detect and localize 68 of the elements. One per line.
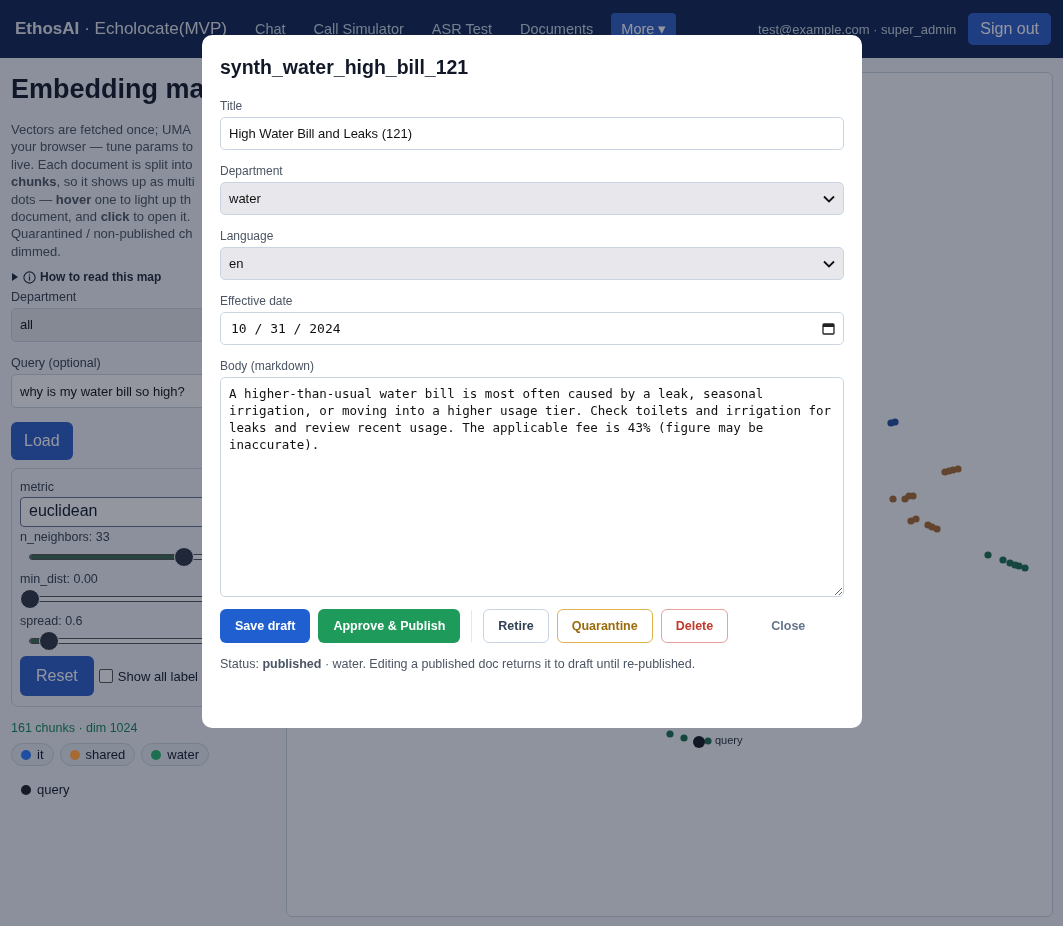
calendar-icon xyxy=(822,322,835,335)
title-field[interactable]: High Water Bill and Leaks (121) xyxy=(220,117,844,150)
select-field[interactable]: water xyxy=(220,182,844,215)
body-field[interactable]: A higher-than-usual water bill is most often caused by a leak, seasonal irrigation, or moving into a higher usage tier. Check toilets and irrigation for leaks and review recent usage. The applicable fee is 43% (figure may be inaccurate). xyxy=(220,377,844,597)
field-label: Department xyxy=(220,164,284,178)
data-point[interactable] xyxy=(1021,564,1029,572)
data-point[interactable] xyxy=(891,418,899,426)
data-point[interactable] xyxy=(999,556,1007,564)
field-label: Query (optional) xyxy=(11,356,101,371)
description-line: dots — hover one to light up th xyxy=(11,190,191,209)
legend-chip[interactable]: water xyxy=(141,743,210,767)
dialog-title: synth_water_high_bill_121 xyxy=(220,56,470,79)
data-point[interactable] xyxy=(954,465,962,473)
data-point[interactable] xyxy=(666,730,674,738)
field-label: Department xyxy=(11,290,77,305)
slider-thumb[interactable] xyxy=(20,589,40,610)
load-button[interactable]: Load xyxy=(11,422,73,461)
checkbox-label: Show all label xyxy=(117,668,198,684)
data-point[interactable] xyxy=(704,737,712,745)
legend-chip[interactable]: it xyxy=(11,743,54,767)
slider-label: spread: 0.6 xyxy=(20,614,83,629)
legend-item[interactable]: query xyxy=(11,778,80,802)
chevron-down-icon xyxy=(823,259,835,268)
field-label: Body (markdown) xyxy=(220,359,316,373)
description-line: live. Each document is split into xyxy=(11,155,193,174)
page-title: Embedding ma xyxy=(11,74,205,105)
data-point[interactable] xyxy=(889,495,897,503)
description-line: Quarantined / non-published ch xyxy=(11,225,193,243)
action-button[interactable]: Retire xyxy=(483,609,549,643)
data-point[interactable] xyxy=(680,734,688,742)
action-button[interactable]: Save draft xyxy=(220,609,311,643)
brand-name[interactable]: EthosAI xyxy=(15,19,80,39)
user-info: test@example.com · super_admin xyxy=(758,21,957,37)
description-line: Vectors are fetched once; UMA xyxy=(11,121,191,139)
slider-thumb[interactable] xyxy=(39,631,60,652)
action-button[interactable]: Quarantine xyxy=(556,609,653,643)
data-point[interactable] xyxy=(912,515,920,523)
slider-thumb[interactable] xyxy=(173,547,194,568)
checkbox[interactable] xyxy=(98,669,113,684)
legend-chip[interactable]: shared xyxy=(59,743,136,767)
slider-label: n_neighbors: 33 xyxy=(20,530,110,545)
field-label: Title xyxy=(220,99,244,113)
data-point[interactable] xyxy=(909,492,917,500)
date-field[interactable]: 10 / 31 / 2024 xyxy=(220,312,844,345)
point-label: query xyxy=(715,734,743,746)
data-point[interactable] xyxy=(984,551,992,559)
disclosure-triangle-icon xyxy=(11,273,19,282)
field-label: metric xyxy=(20,480,55,495)
reset-button[interactable]: Reset xyxy=(20,656,94,697)
field-label: Language xyxy=(220,229,275,243)
app-name: · Echolocate(MVP) xyxy=(84,19,227,39)
chevron-down-icon xyxy=(823,194,835,203)
field-label: Effective date xyxy=(220,294,294,308)
description-line: document, and click to open it. xyxy=(11,208,191,226)
action-button[interactable]: Delete xyxy=(660,609,729,643)
description-line: your browser — tune params to xyxy=(11,138,194,156)
data-point[interactable] xyxy=(933,525,941,533)
description-line: chunks, so it shows up as multi xyxy=(11,173,195,191)
description-line: dimmed. xyxy=(11,242,61,261)
action-button[interactable]: Approve & Publish xyxy=(318,609,461,643)
stats-text: 161 chunks · dim 1024 xyxy=(11,721,138,736)
slider-label: min_dist: 0.00 xyxy=(20,572,98,587)
sign-out-button[interactable]: Sign out xyxy=(968,13,1051,45)
query-point xyxy=(693,736,705,748)
data-point[interactable] xyxy=(1015,562,1023,570)
info-icon xyxy=(23,270,36,284)
select-field[interactable]: en xyxy=(220,247,844,280)
status-text: Status: published · water. Editing a published doc returns it to draft until re-published. xyxy=(220,657,697,671)
